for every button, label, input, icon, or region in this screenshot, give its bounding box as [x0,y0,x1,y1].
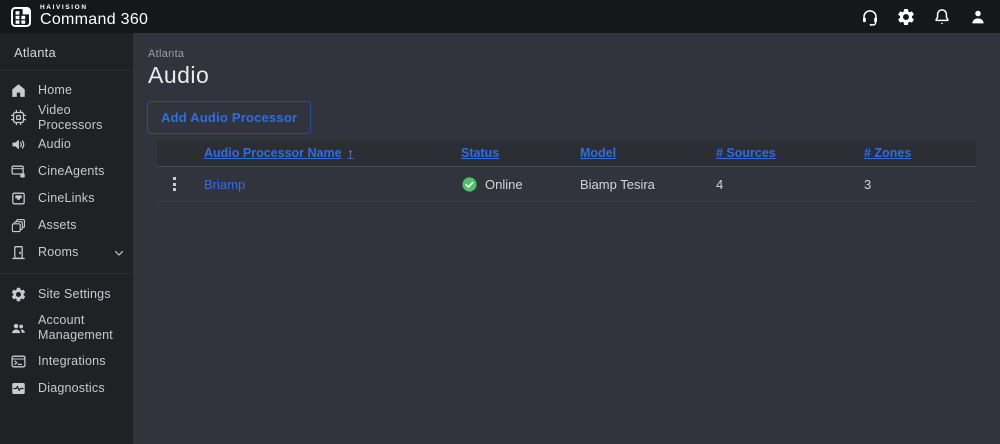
home-icon [10,82,27,99]
sort-ascending-icon: ↑ [348,146,354,160]
topbar-icons [859,6,988,27]
speaker-icon [10,136,27,153]
sidebar-item-home[interactable]: Home [0,77,133,104]
sidebar-item-label: Video Processors [38,103,125,133]
ethernet-port-icon [10,190,27,207]
brand-text: HAIVISION Command 360 [40,5,148,29]
sidebar-item-integrations[interactable]: Integrations [0,348,133,375]
table-header-model[interactable]: Model [580,146,716,160]
sidebar-site-label: Atlanta [0,33,133,70]
sidebar-divider [0,273,133,274]
sidebar-item-label: Audio [38,137,71,152]
user-profile-icon[interactable] [967,6,988,27]
table-header-name[interactable]: Audio Processor Name ↑ [204,146,461,160]
pulse-icon [10,380,27,397]
main-content: Atlanta Audio Add Audio Processor Audio … [133,33,1000,444]
sidebar-item-account-management[interactable]: Account Management [0,308,133,348]
breadcrumb: Atlanta [148,48,1000,60]
sidebar-item-label: Account Management [38,313,120,343]
settings-gear-icon[interactable] [895,6,916,27]
processor-name-link[interactable]: Briamp [204,177,245,192]
sidebar-item-label: Integrations [38,354,106,369]
sidebar-item-site-settings[interactable]: Site Settings [0,281,133,308]
notifications-bell-icon[interactable] [931,6,952,27]
gear-icon [10,286,27,303]
row-kebab-menu-icon[interactable] [166,175,182,193]
terminal-icon [10,353,27,370]
sidebar-item-audio[interactable]: Audio [0,131,133,158]
table-header-sources[interactable]: # Sources [716,146,864,160]
sidebar-item-cinelinks[interactable]: CineLinks [0,185,133,212]
haivision-logo-icon [9,5,33,29]
check-circle-icon [461,176,478,193]
sidebar: Atlanta Home Video Processors [0,33,133,444]
sidebar-item-rooms[interactable]: Rooms [0,239,133,266]
sidebar-nav: Home Video Processors Audio [0,71,133,402]
status-text: Online [485,177,523,192]
audio-processors-table: Audio Processor Name ↑ Status Model # So… [157,140,976,202]
brand-logo[interactable]: HAIVISION Command 360 [9,5,148,29]
sidebar-item-label: Assets [38,218,77,233]
topbar: HAIVISION Command 360 [0,0,1000,33]
table-header-zones[interactable]: # Zones [864,146,976,160]
sidebar-item-label: CineAgents [38,164,105,179]
chevron-down-icon [113,247,125,259]
sources-cell: 4 [716,177,864,192]
support-headset-icon[interactable] [859,6,880,27]
sidebar-item-label: Site Settings [38,287,111,302]
status-cell: Online [461,176,580,193]
table-row: Briamp Online Biamp Tesira 4 3 [157,167,976,202]
model-cell: Biamp Tesira [580,177,716,192]
door-icon [10,244,27,261]
users-icon [10,320,27,337]
sidebar-item-assets[interactable]: Assets [0,212,133,239]
layers-icon [10,217,27,234]
sidebar-item-video-processors[interactable]: Video Processors [0,104,133,131]
sidebar-item-label: CineLinks [38,191,95,206]
table-header-row: Audio Processor Name ↑ Status Model # So… [157,140,976,167]
sidebar-item-label: Home [38,83,72,98]
sidebar-item-label: Rooms [38,245,79,260]
sidebar-item-diagnostics[interactable]: Diagnostics [0,375,133,402]
add-audio-processor-button[interactable]: Add Audio Processor [147,101,311,134]
chip-icon [10,109,27,126]
sidebar-item-cineagents[interactable]: CineAgents [0,158,133,185]
zones-cell: 3 [864,177,976,192]
brand-command360: Command 360 [40,12,148,28]
sidebar-item-label: Diagnostics [38,381,105,396]
table-header-status[interactable]: Status [461,146,580,160]
page-title: Audio [148,62,1000,89]
agent-window-icon [10,163,27,180]
